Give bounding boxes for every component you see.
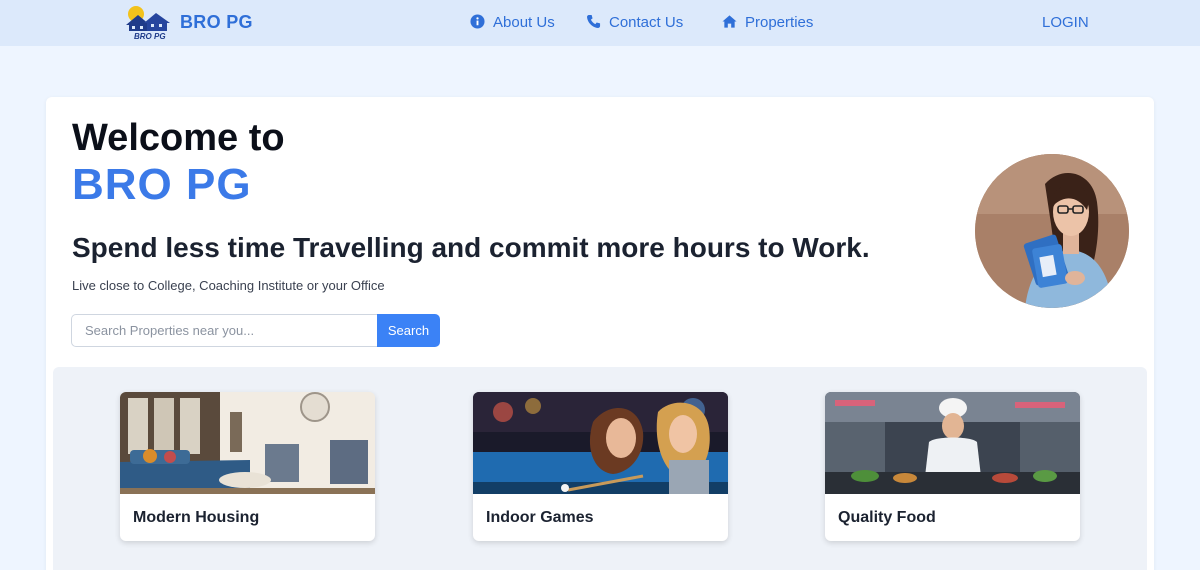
nav-properties[interactable]: Properties — [722, 11, 813, 33]
feature-card-indoor-games[interactable]: Indoor Games — [473, 392, 728, 541]
features-panel: Modern Housing Indoor Games Quality Food — [53, 367, 1147, 570]
property-search-form: Search — [71, 314, 441, 347]
indoor-games-image — [473, 392, 728, 494]
quality-food-image — [825, 392, 1080, 494]
home-icon — [722, 14, 738, 30]
info-circle-icon — [470, 14, 486, 30]
property-search-input[interactable] — [71, 314, 377, 347]
welcome-heading: Welcome to — [72, 117, 285, 159]
feature-title: Quality Food — [838, 509, 936, 526]
hero-card: Welcome to BRO PG Spend less time Travel… — [46, 97, 1154, 570]
nav-about-us-label: About Us — [493, 13, 555, 31]
nav-properties-label: Properties — [745, 13, 814, 31]
nav-about-us[interactable]: About Us — [470, 11, 555, 33]
brand-name: BRO PG — [180, 11, 253, 32]
feature-title: Indoor Games — [486, 509, 594, 526]
logo-text: BRO PG — [134, 32, 166, 41]
feature-card-modern-housing[interactable]: Modern Housing — [120, 392, 375, 541]
login-link[interactable]: LOGIN — [1042, 11, 1089, 33]
feature-card-quality-food[interactable]: Quality Food — [825, 392, 1080, 541]
modern-housing-image — [120, 392, 375, 494]
hero-subline: Live close to College, Coaching Institut… — [72, 278, 385, 293]
hero-student-photo — [975, 154, 1129, 308]
brand-home-link[interactable]: BRO PG BRO PG — [122, 2, 253, 42]
search-button[interactable]: Search — [377, 314, 440, 347]
brand-logo: BRO PG — [122, 3, 176, 41]
hero-tagline: Spend less time Travelling and commit mo… — [72, 232, 870, 263]
feature-title: Modern Housing — [133, 509, 260, 526]
hero-brand-title: BRO PG — [72, 160, 252, 209]
phone-icon — [586, 14, 602, 30]
top-navbar: BRO PG BRO PG About Us Contact Us Proper… — [0, 0, 1200, 46]
nav-contact-us-label: Contact Us — [609, 13, 684, 31]
nav-contact-us[interactable]: Contact Us — [586, 11, 683, 33]
